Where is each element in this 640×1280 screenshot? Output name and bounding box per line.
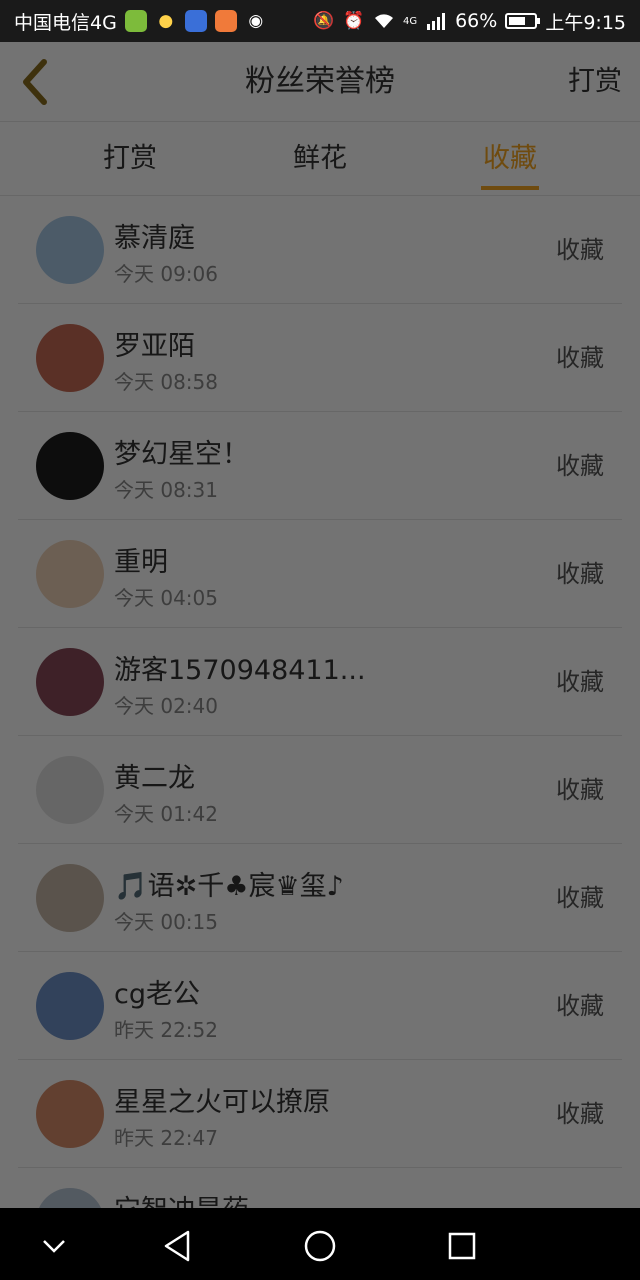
fan-action-label: 收藏 [556,344,604,372]
recents-square-icon[interactable] [442,1226,482,1266]
fan-time: 今天 00:15 [114,910,218,934]
fan-time: 昨天 22:52 [114,1018,218,1042]
fan-time: 今天 08:58 [114,370,218,394]
video-app-icon [214,10,237,32]
carrier-label: 中国电信4G [14,11,117,34]
fan-row[interactable]: 梦幻星空！ 今天 08:31 收藏 [18,412,622,520]
avatar [36,432,104,500]
home-circle-icon[interactable] [300,1226,340,1266]
fan-action-label: 收藏 [556,560,604,588]
avatar [36,972,104,1040]
fan-action-label: 收藏 [556,452,604,480]
tab-label: 打赏 [103,143,157,174]
fan-time: 今天 01:42 [114,802,218,826]
fan-row[interactable]: 黄二龙 今天 01:42 收藏 [18,736,622,844]
fan-time: 今天 09:06 [114,262,218,286]
header-bar: 粉丝荣誉榜 打赏 [0,42,640,122]
fan-row[interactable]: 重明 今天 04:05 收藏 [18,520,622,628]
battery-percent: 66% [455,10,498,32]
fan-action-label: 收藏 [556,884,604,912]
fan-action-label: 收藏 [556,668,604,696]
navigation-bar [0,1208,640,1280]
fan-name: 重明 [114,547,168,578]
fan-time: 今天 04:05 [114,586,218,610]
tab-reward[interactable]: 打赏 [70,122,190,196]
wifi-icon [373,10,395,32]
network-badge: 4G [402,15,418,27]
active-tab-indicator [481,186,539,190]
fan-time: 今天 02:40 [114,694,218,718]
fan-row[interactable]: cg老公 昨天 22:52 收藏 [18,952,622,1060]
app-blue-icon [184,10,207,32]
fan-row[interactable]: 游客1570948411... 今天 02:40 收藏 [18,628,622,736]
fan-action-label: 收藏 [556,776,604,804]
fan-name: 游客1570948411... [114,655,366,686]
fan-name: 罗亚陌 [114,331,195,362]
fan-row[interactable]: 慕清庭 今天 09:06 收藏 [18,196,622,304]
avatar [36,1080,104,1148]
bulb-icon: ● [158,11,174,31]
fan-name: 🎵语✲千♣宸♛玺♪ [114,871,344,902]
status-bar: 中国电信4G ● ◉ 🔕 ⏰ 4G 66% 上午9:15 [0,0,640,42]
avatar [36,648,104,716]
avatar [36,324,104,392]
fan-row[interactable]: 罗亚陌 今天 08:58 收藏 [18,304,622,412]
fan-name: cg老公 [114,979,200,1010]
avatar [36,864,104,932]
fan-action-label: 收藏 [556,236,604,264]
collapse-chevron-icon[interactable] [34,1226,74,1266]
status-time: 上午9:15 [545,11,626,34]
audio-app-icon: ◉ [248,11,264,31]
avatar [36,216,104,284]
fan-name: 它智冲是药 [114,1188,249,1208]
fan-time: 昨天 22:47 [114,1126,218,1150]
avatar [36,1188,104,1208]
tab-label: 收藏 [483,143,537,174]
app-green-icon [124,10,147,32]
fan-name: 梦幻星空！ [114,439,249,470]
fan-name: 黄二龙 [114,763,195,794]
fan-row[interactable]: 它智冲是药 [18,1168,622,1208]
tab-flowers[interactable]: 鲜花 [260,122,380,196]
fan-row[interactable]: 🎵语✲千♣宸♛玺♪ 今天 00:15 收藏 [18,844,622,952]
fan-action-label: 收藏 [556,1100,604,1128]
page-title: 粉丝荣誉榜 [245,64,395,99]
mute-icon: 🔕 [313,11,335,31]
fan-action-label: 收藏 [556,992,604,1020]
fan-list: 慕清庭 今天 09:06 收藏 罗亚陌 今天 08:58 收藏 梦幻星空！ 今天… [0,196,640,1208]
signal-icon [425,10,447,32]
avatar [36,540,104,608]
tab-favorites[interactable]: 收藏 [450,122,570,196]
fan-time: 今天 08:31 [114,478,218,502]
avatar [36,756,104,824]
fan-row[interactable]: 星星之火可以撩原 昨天 22:47 收藏 [18,1060,622,1168]
fan-name: 星星之火可以撩原 [114,1087,330,1118]
battery-icon [505,13,541,29]
tab-label: 鲜花 [293,143,347,174]
fan-name: 慕清庭 [114,223,195,254]
back-triangle-icon[interactable] [158,1226,198,1266]
tab-bar: 打赏 鲜花 收藏 [0,122,640,196]
alarm-icon: ⏰ [343,11,365,31]
reward-button[interactable]: 打赏 [568,42,622,122]
